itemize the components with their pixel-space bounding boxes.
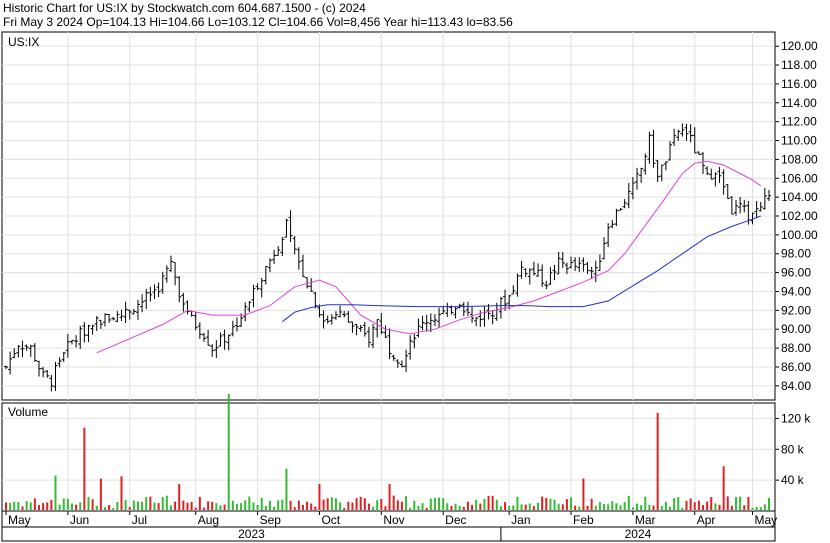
month-label: May [8,513,31,527]
price-tick-label: 116.00 [781,77,817,91]
price-tick-label: 84.00 [781,379,811,393]
volume-tick-label: 80 k [781,442,805,456]
month-label: Dec [445,513,466,527]
volume-bars [5,393,770,510]
month-label: Jun [70,513,89,527]
price-tick-label: 118.00 [781,58,817,72]
month-label: Jul [132,513,147,527]
price-tick-label: 102.00 [781,209,818,223]
year-label: 2023 [238,527,265,541]
month-label: May [755,513,778,527]
month-label: Apr [697,513,716,527]
chart-frames [1,31,776,542]
month-label: Jan [511,513,530,527]
volume-tick-label: 40 k [781,473,805,487]
price-tick-label: 96.00 [781,266,811,280]
price-tick-label: 112.00 [781,115,817,129]
symbol-label: US:IX [8,35,39,49]
price-tick-label: 86.00 [781,360,811,374]
price-tick-label: 94.00 [781,284,811,298]
month-label: Sep [260,513,282,527]
price-tick-label: 108.00 [781,152,818,166]
volume-tick-label: 120 k [781,411,811,425]
price-tick-label: 114.00 [781,96,817,110]
moving-average-short [96,160,762,354]
volume-label: Volume [8,405,48,419]
volume-panel [1,402,776,512]
price-bars [4,123,771,392]
price-tick-label: 110.00 [781,134,817,148]
price-tick-label: 98.00 [781,247,811,261]
month-label: Feb [573,513,594,527]
grid-lines [2,32,779,515]
price-tick-label: 100.00 [781,228,818,242]
price-tick-label: 90.00 [781,322,811,336]
year-label: 2024 [625,527,652,541]
price-tick-label: 106.00 [781,171,818,185]
stock-chart: US:IX Volume 120.00 118.00 116.00 114.00 112.0… [1,31,818,542]
month-label: Oct [321,513,340,527]
price-tick-label: 92.00 [781,303,811,317]
price-tick-label: 120.00 [781,39,818,53]
month-label: Nov [383,513,404,527]
price-tick-label: 104.00 [781,190,818,204]
month-label: Mar [635,513,656,527]
month-label: Aug [198,513,219,527]
price-tick-label: 88.00 [781,341,811,355]
